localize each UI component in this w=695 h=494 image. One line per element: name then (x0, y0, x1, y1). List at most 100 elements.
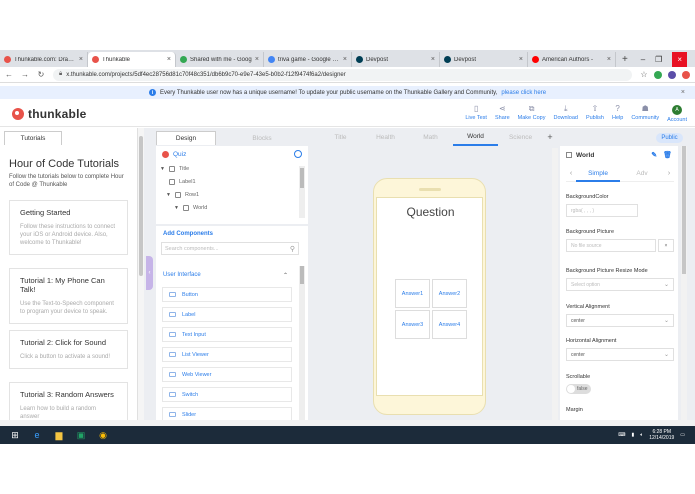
browser-tab-3[interactable]: triva game - Google Do × (264, 52, 352, 67)
tree-project-row[interactable]: Quiz (156, 146, 308, 162)
close-tab-icon[interactable]: × (519, 56, 523, 63)
live-test-button[interactable]: ▯ Live Test (465, 104, 487, 123)
caret-down-icon[interactable]: ▼ (166, 192, 171, 198)
internet-explorer-icon[interactable]: e (30, 429, 44, 441)
edit-icon[interactable]: ✎ (651, 151, 657, 159)
scrollbar-thumb[interactable] (139, 136, 143, 276)
reload-icon[interactable]: ↻ (37, 70, 45, 79)
keyboard-icon[interactable]: ⌨ (618, 432, 625, 438)
palette-scrollbar[interactable] (299, 266, 305, 420)
vertical-alignment-select[interactable]: center ⌄ (566, 314, 674, 327)
tutorial-card[interactable]: Getting Started Follow these instruction… (9, 200, 128, 255)
component-list-viewer[interactable]: List Viewer (162, 347, 292, 362)
background-picture-field[interactable]: No file source (566, 239, 656, 252)
component-text-input[interactable]: Text Input (162, 327, 292, 342)
chevron-right-icon[interactable]: › (664, 170, 674, 177)
help-button[interactable]: ? Help (612, 104, 623, 123)
scrollbar-thumb[interactable] (682, 146, 686, 274)
scrollbar-thumb[interactable] (300, 168, 304, 188)
answer-button[interactable]: Answer1 (395, 279, 430, 308)
close-tab-icon[interactable]: × (79, 56, 83, 63)
tab-screen-science[interactable]: Science (498, 128, 543, 146)
browser-tab-6[interactable]: American Authors - × (528, 52, 616, 67)
close-tab-icon[interactable]: × (255, 56, 259, 63)
chevron-up-icon[interactable]: ⌃ (283, 272, 288, 279)
make-copy-button[interactable]: ⧉ Make Copy (518, 104, 546, 123)
maximize-icon[interactable]: ❐ (655, 52, 662, 67)
answer-button[interactable]: Answer3 (395, 310, 430, 339)
close-icon[interactable]: × (681, 89, 685, 96)
tab-screen-health[interactable]: Health (363, 128, 408, 146)
phone-screen[interactable]: Question Answer1 Answer2 Answer3 Answer4 (376, 197, 483, 396)
caret-down-icon[interactable]: ▼ (160, 166, 165, 172)
component-web-viewer[interactable]: Web Viewer (162, 367, 292, 382)
publish-button[interactable]: ⇧ Publish (586, 104, 604, 123)
close-tab-icon[interactable]: × (607, 56, 611, 63)
network-icon[interactable]: ▮ (631, 432, 634, 438)
answer-button[interactable]: Answer4 (432, 310, 467, 339)
component-search-input[interactable]: Search components... ⚲ (161, 242, 299, 255)
tree-item[interactable]: Label1 (156, 175, 308, 188)
properties-scrollbar[interactable] (681, 146, 687, 420)
minimize-icon[interactable]: – (641, 52, 645, 67)
close-tab-icon[interactable]: × (343, 56, 347, 63)
browser-tab-0[interactable]: Thunkable.com: Drag a × (0, 52, 88, 67)
settings-icon[interactable] (294, 150, 302, 158)
collapse-panel-button[interactable]: ‹ (146, 256, 153, 290)
component-label[interactable]: Label (162, 307, 292, 322)
url-field[interactable]: 🔒︎ x.thunkable.com/projects/5df4ec28756d… (53, 68, 632, 81)
caret-down-icon[interactable]: ▼ (174, 205, 179, 211)
scrollbar-thumb[interactable] (300, 266, 304, 284)
tab-screen-title[interactable]: Title (318, 128, 363, 146)
excel-icon[interactable]: ▣ (74, 429, 88, 441)
share-button[interactable]: ⋖ Share (495, 104, 510, 123)
account-button[interactable]: A Account (667, 104, 687, 123)
tutorial-card[interactable]: Tutorial 3: Random Answers Learn how to … (9, 382, 128, 420)
tab-advanced[interactable]: Adv (620, 166, 664, 182)
canvas-scrollbar[interactable] (552, 148, 558, 420)
file-explorer-icon[interactable]: ▆ (52, 429, 66, 441)
windows-start-icon[interactable]: ⊞ (8, 429, 22, 441)
chevron-left-icon[interactable]: ‹ (566, 170, 576, 177)
tab-simple[interactable]: Simple (576, 166, 620, 182)
clear-picture-button[interactable]: × (658, 239, 674, 252)
tree-item[interactable]: ▼ World (156, 201, 308, 214)
tab-tutorials[interactable]: Tutorials (4, 131, 62, 145)
background-color-field[interactable]: rgba( , , , ) (566, 204, 638, 217)
tutorial-card[interactable]: Tutorial 1: My Phone Can Talk! Use the T… (9, 268, 128, 324)
trash-icon[interactable]: 🗑︎ (663, 151, 672, 159)
resize-mode-select[interactable]: Select option ⌄ (566, 278, 674, 291)
tree-scrollbar[interactable] (299, 166, 305, 218)
star-icon[interactable]: ☆ (640, 70, 648, 79)
tree-item[interactable]: ▼ Row1 (156, 188, 308, 201)
tree-item[interactable]: ▼ Title (156, 162, 308, 175)
volume-icon[interactable]: 🔈︎ (640, 432, 643, 438)
section-user-interface[interactable]: User Interface (163, 272, 201, 278)
question-label[interactable]: Question (377, 205, 484, 219)
chrome-icon[interactable]: ◉ (96, 429, 110, 441)
scrollable-toggle[interactable]: false (566, 384, 591, 394)
back-icon[interactable]: ← (5, 70, 13, 79)
thunkable-logo[interactable]: thunkable (12, 107, 86, 121)
download-button[interactable]: ⤓ Download (553, 104, 577, 123)
browser-tab-1[interactable]: Thunkable × (88, 52, 176, 67)
public-badge[interactable]: Public (656, 133, 683, 143)
new-tab-button[interactable]: + (616, 52, 634, 67)
tab-screen-world[interactable]: World (453, 128, 498, 146)
component-switch[interactable]: Switch (162, 387, 292, 402)
tab-blocks[interactable]: Blocks (232, 131, 292, 145)
clock[interactable]: 6:28 PM 12/14/2019 (649, 429, 674, 441)
tutorials-scrollbar[interactable] (138, 128, 144, 420)
component-slider[interactable]: Slider (162, 407, 292, 420)
extension-icon[interactable] (654, 70, 662, 79)
notifications-icon[interactable]: ▭ (680, 432, 685, 438)
close-tab-icon[interactable]: × (431, 56, 435, 63)
extension-icon[interactable] (682, 70, 690, 79)
answer-button[interactable]: Answer2 (432, 279, 467, 308)
tab-screen-math[interactable]: Math (408, 128, 453, 146)
profile-icon[interactable] (668, 70, 676, 79)
forward-icon[interactable]: → (21, 70, 29, 79)
component-button[interactable]: Button (162, 287, 292, 302)
banner-link[interactable]: please click here (501, 90, 546, 96)
browser-tab-5[interactable]: Devpost × (440, 52, 528, 67)
